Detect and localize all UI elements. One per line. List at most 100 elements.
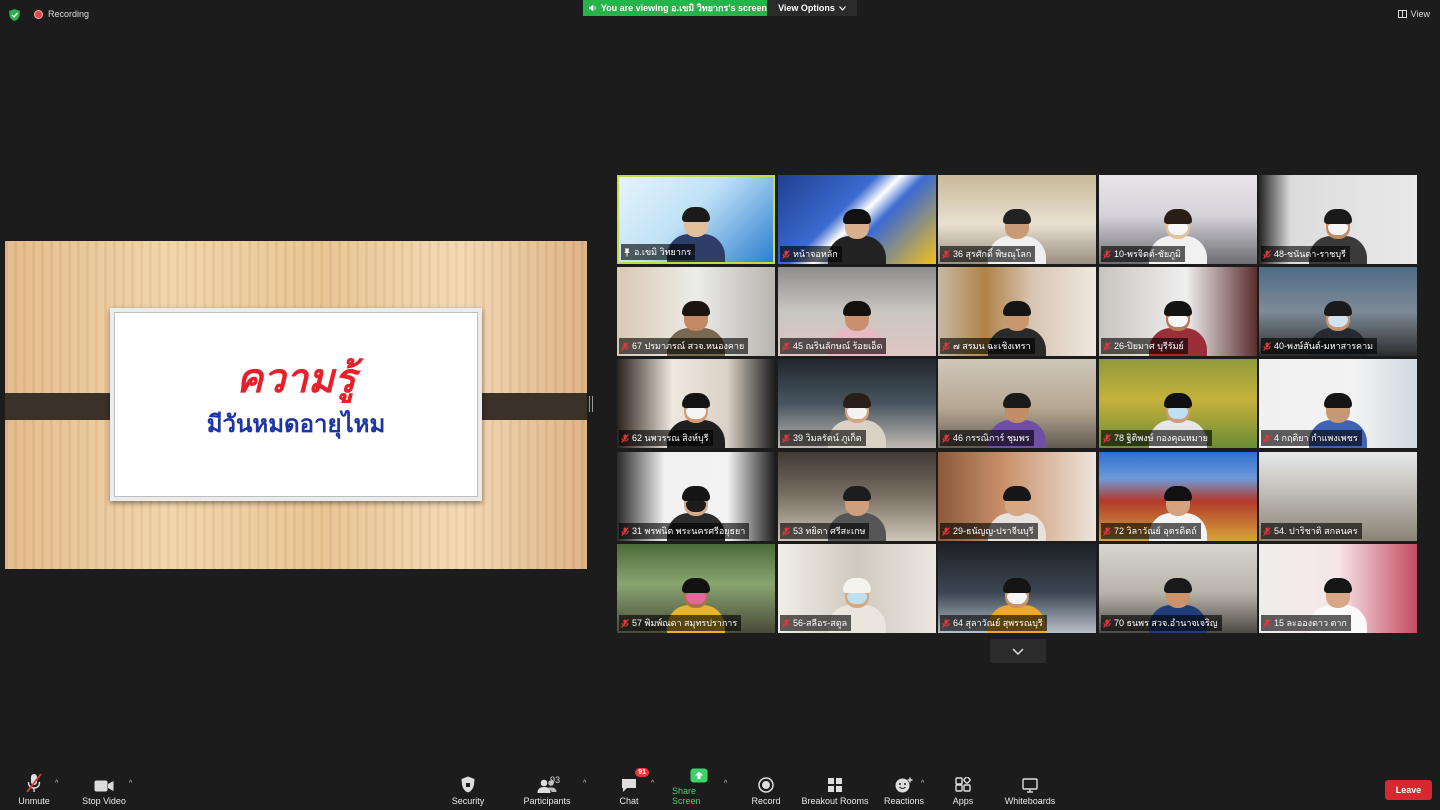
participant-tile[interactable]: 26-ปิยมาศ บุรีรัมย์ bbox=[1099, 267, 1257, 356]
participant-name: 72 วิลาวัณย์ อุตรดิตถ์ bbox=[1114, 526, 1197, 536]
participant-tile[interactable]: ๗ สรมน ฉะเชิงเทรา bbox=[938, 267, 1096, 356]
mic-muted-icon bbox=[621, 341, 629, 351]
participant-name: หน้าจอหลัก bbox=[793, 249, 838, 259]
participant-tile[interactable]: 36 สุรศักดิ์ พิษณุโลก bbox=[938, 175, 1096, 264]
participant-name-label: 36 สุรศักดิ์ พิษณุโลก bbox=[940, 246, 1036, 262]
unmute-button[interactable]: Unmute bbox=[18, 773, 50, 806]
mic-muted-icon bbox=[1263, 249, 1271, 259]
mic-muted-icon bbox=[1103, 618, 1111, 628]
mic-muted-icon bbox=[942, 249, 950, 259]
participant-name-label: 53 ทยิดา ศรีสะเกษ bbox=[780, 523, 870, 539]
reactions-button[interactable]: Reactions bbox=[883, 773, 925, 806]
whiteboards-button[interactable]: Whiteboards bbox=[1004, 773, 1056, 806]
mic-muted-icon bbox=[1263, 618, 1271, 628]
security-shield-icon[interactable] bbox=[9, 9, 20, 21]
security-button[interactable]: Security bbox=[450, 773, 486, 806]
participant-tile[interactable]: 72 วิลาวัณย์ อุตรดิตถ์ bbox=[1099, 452, 1257, 541]
chat-caret-icon[interactable]: ^ bbox=[651, 780, 654, 787]
grid-icon bbox=[828, 778, 842, 792]
mic-muted-icon bbox=[621, 433, 629, 443]
participant-tile[interactable]: 4 กฤติยา กำแพงเพชร bbox=[1259, 359, 1417, 448]
participant-name-label: หน้าจอหลัก bbox=[780, 246, 842, 262]
participant-tile[interactable]: 64 สุลาวัณย์ สุพรรณบุรี bbox=[938, 544, 1096, 633]
mic-muted-icon bbox=[782, 618, 790, 628]
stop-video-button[interactable]: Stop Video bbox=[80, 773, 128, 806]
participant-name: 4 กฤติยา กำแพงเพชร bbox=[1274, 433, 1358, 443]
view-button[interactable]: View bbox=[1397, 9, 1430, 19]
shield-icon bbox=[461, 776, 475, 793]
shared-screen[interactable]: ความรู้ มีวันหมดอายุไหม bbox=[5, 241, 587, 569]
top-bar: Recording You are viewing อ.เขมิ วิทยากร… bbox=[0, 0, 1440, 28]
participant-tile[interactable]: 67 ปรมาภรณ์ สวจ.หนองคาย bbox=[617, 267, 775, 356]
participant-tile[interactable]: 54. ปาริชาติ สกลนคร bbox=[1259, 452, 1417, 541]
mic-muted-icon bbox=[1263, 341, 1271, 351]
breakout-rooms-button[interactable]: Breakout Rooms bbox=[800, 773, 870, 806]
recording-indicator[interactable]: Recording bbox=[34, 9, 89, 19]
participant-name-label: 29-ธนัญญ-ปราจีนบุรี bbox=[940, 523, 1038, 539]
participant-tile[interactable]: 45 ณรินลักษณ์ ร้อยเอ็ด bbox=[778, 267, 936, 356]
participant-name-label: 56-สลีอร-สตูล bbox=[780, 615, 852, 631]
participant-name-label: 39 วิมลรัตน์ ภูเก็ต bbox=[780, 430, 866, 446]
slide-card: ความรู้ มีวันหมดอายุไหม bbox=[110, 308, 482, 501]
participant-name-label: 46 กรรณิการ์ ชุมพร bbox=[940, 430, 1034, 446]
view-options-button[interactable]: View Options bbox=[767, 0, 857, 16]
audio-options-caret-icon[interactable]: ^ bbox=[55, 780, 58, 787]
participant-tile[interactable]: 10-พรจิตต์-ชัยภูมิ bbox=[1099, 175, 1257, 264]
participants-count: 93 bbox=[550, 775, 561, 785]
slide-subtitle: มีวันหมดอายุไหม bbox=[206, 410, 386, 438]
participant-tile[interactable]: 78 ฐิติพงษ์ กองคุณหมาย bbox=[1099, 359, 1257, 448]
participant-tile[interactable]: อ.เขมิ วิทยากร bbox=[617, 175, 775, 264]
participant-tile[interactable]: 57 พิมพ์ณดา สมุทรปราการ bbox=[617, 544, 775, 633]
mic-muted-icon bbox=[1263, 433, 1271, 443]
apps-button[interactable]: Apps bbox=[950, 773, 976, 806]
chevron-down-icon bbox=[838, 5, 846, 11]
participant-name: 56-สลีอร-สตูล bbox=[793, 618, 848, 628]
breakout-rooms-label: Breakout Rooms bbox=[801, 796, 869, 806]
share-screen-button[interactable]: Share Screen bbox=[672, 763, 726, 806]
participant-tile[interactable]: หน้าจอหลัก bbox=[778, 175, 936, 264]
participant-tile[interactable]: 39 วิมลรัตน์ ภูเก็ต bbox=[778, 359, 936, 448]
meeting-toolbar: Unmute ^ Stop Video ^ Security 93 Partic… bbox=[0, 766, 1440, 810]
participant-name: 26-ปิยมาศ บุรีรัมย์ bbox=[1114, 341, 1184, 351]
participants-button[interactable]: 93 Participants bbox=[521, 773, 573, 806]
participant-tile[interactable]: 48-ชนันดา-ราชบุรี bbox=[1259, 175, 1417, 264]
participant-name: อ.เขมิ วิทยากร bbox=[634, 247, 692, 257]
split-divider-handle[interactable] bbox=[589, 396, 593, 412]
participant-name: 70 ธนพร สวจ.อำนาจเจริญ bbox=[1114, 618, 1218, 628]
mic-muted-icon bbox=[782, 433, 790, 443]
participant-name: 39 วิมลรัตน์ ภูเก็ต bbox=[793, 433, 862, 443]
speaker-icon bbox=[589, 4, 596, 12]
participant-name: 57 พิมพ์ณดา สมุทรปราการ bbox=[632, 618, 738, 628]
participant-tile[interactable]: 70 ธนพร สวจ.อำนาจเจริญ bbox=[1099, 544, 1257, 633]
gallery-next-page-button[interactable] bbox=[990, 639, 1046, 663]
participant-name: 67 ปรมาภรณ์ สวจ.หนองคาย bbox=[632, 341, 745, 351]
participant-name-label: 78 ฐิติพงษ์ กองคุณหมาย bbox=[1101, 430, 1212, 446]
record-label: Record bbox=[751, 796, 781, 806]
participant-name-label: 10-พรจิตต์-ชัยภูมิ bbox=[1101, 246, 1185, 262]
participants-caret-icon[interactable]: ^ bbox=[583, 780, 586, 787]
mic-muted-icon bbox=[1263, 526, 1271, 536]
participant-tile[interactable]: 40-พงษ์สันต์-มหาสารคาม bbox=[1259, 267, 1417, 356]
unmute-label: Unmute bbox=[18, 796, 50, 806]
participant-name: 36 สุรศักดิ์ พิษณุโลก bbox=[953, 249, 1032, 259]
participant-name: 40-พงษ์สันต์-มหาสารคาม bbox=[1274, 341, 1374, 351]
participant-tile[interactable]: 56-สลีอร-สตูล bbox=[778, 544, 936, 633]
share-options-caret-icon[interactable]: ^ bbox=[724, 780, 727, 787]
video-options-caret-icon[interactable]: ^ bbox=[129, 780, 132, 787]
participant-name: 48-ชนันดา-ราชบุรี bbox=[1274, 249, 1346, 259]
record-button[interactable]: Record bbox=[749, 773, 783, 806]
stop-video-label: Stop Video bbox=[82, 796, 126, 806]
participant-tile[interactable]: 62 นพวรรณ สิงห์บุรี bbox=[617, 359, 775, 448]
participant-name: 10-พรจิตต์-ชัยภูมิ bbox=[1114, 249, 1181, 259]
participant-tile[interactable]: 15 ละอองดาว ตาก bbox=[1259, 544, 1417, 633]
chevron-down-icon bbox=[1012, 647, 1024, 655]
leave-button[interactable]: Leave bbox=[1385, 780, 1432, 800]
chat-button[interactable]: 91 Chat bbox=[615, 768, 649, 806]
participant-name-label: 67 ปรมาภรณ์ สวจ.หนองคาย bbox=[619, 338, 749, 354]
participant-tile[interactable]: 53 ทยิดา ศรีสะเกษ bbox=[778, 452, 936, 541]
participant-name: 62 นพวรรณ สิงห์บุรี bbox=[632, 433, 709, 443]
participant-tile[interactable]: 31 พรพนิต พระนครศรีอยุธยา bbox=[617, 452, 775, 541]
participant-tile[interactable]: 46 กรรณิการ์ ชุมพร bbox=[938, 359, 1096, 448]
participant-tile[interactable]: 29-ธนัญญ-ปราจีนบุรี bbox=[938, 452, 1096, 541]
reactions-caret-icon[interactable]: ^ bbox=[921, 780, 924, 787]
